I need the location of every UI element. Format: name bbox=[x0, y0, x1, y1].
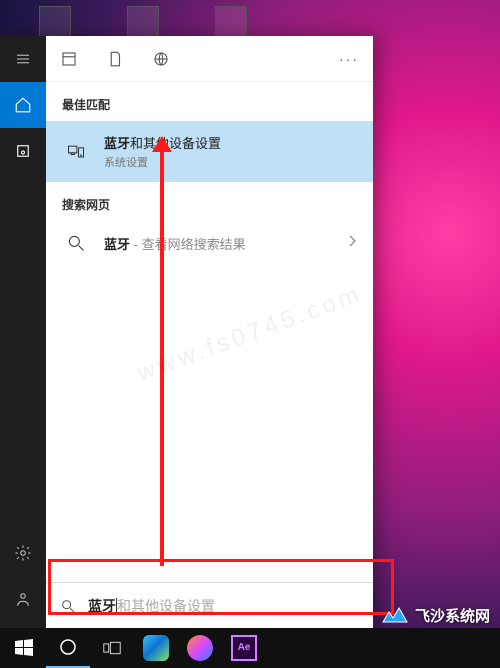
recycle-bin-icon bbox=[39, 6, 71, 38]
result-web-search[interactable]: 蓝牙 - 查看网络搜索结果 bbox=[46, 221, 373, 265]
scope-more[interactable]: ··· bbox=[339, 51, 359, 67]
chevron-right-icon bbox=[347, 234, 357, 253]
home-button[interactable] bbox=[0, 82, 46, 128]
web-search-header: 搜索网页 bbox=[46, 182, 373, 221]
tencent-video-icon bbox=[127, 6, 159, 38]
save-icon-button[interactable] bbox=[0, 128, 46, 174]
search-scopes: ··· bbox=[46, 36, 373, 82]
search-icon bbox=[62, 233, 90, 253]
devices-icon bbox=[62, 142, 90, 162]
settings-button[interactable] bbox=[0, 530, 46, 576]
edge-icon bbox=[143, 635, 169, 661]
result-bluetooth-settings[interactable]: 蓝牙和其他设备设置 系统设置 bbox=[46, 121, 373, 182]
hamburger-button[interactable] bbox=[0, 36, 46, 82]
hamburger-icon bbox=[14, 50, 32, 68]
home-icon bbox=[14, 96, 32, 114]
search-panel: ··· 最佳匹配 蓝牙和其他设备设置 系统设置 搜索网页 蓝牙 - 查看网络搜索… bbox=[0, 36, 373, 628]
search-content: ··· 最佳匹配 蓝牙和其他设备设置 系统设置 搜索网页 蓝牙 - 查看网络搜索… bbox=[46, 36, 373, 628]
windows-icon bbox=[15, 639, 33, 657]
search-input-bar[interactable]: 蓝牙和其他设备设置 bbox=[46, 582, 373, 628]
search-left-rail bbox=[0, 36, 46, 628]
scope-web[interactable] bbox=[152, 50, 170, 68]
taskbar-edge[interactable] bbox=[134, 628, 178, 668]
documents-scope-icon bbox=[106, 50, 124, 68]
taskbar: Ae bbox=[0, 628, 500, 668]
taskview-icon bbox=[103, 639, 121, 657]
search-text: 蓝牙和其他设备设置 bbox=[88, 596, 215, 616]
taskbar-firefox[interactable] bbox=[178, 628, 222, 668]
cortana-button[interactable] bbox=[46, 628, 90, 668]
result-title: 蓝牙和其他设备设置 bbox=[104, 133, 357, 152]
result-title: 蓝牙 - 查看网络搜索结果 bbox=[104, 234, 333, 253]
360-browser-icon bbox=[215, 6, 247, 38]
apps-scope-icon bbox=[60, 50, 78, 68]
person-icon bbox=[14, 590, 32, 608]
gear-icon bbox=[14, 544, 32, 562]
best-match-header: 最佳匹配 bbox=[46, 82, 373, 121]
feedback-button[interactable] bbox=[0, 576, 46, 622]
search-icon bbox=[60, 598, 76, 614]
start-button[interactable] bbox=[2, 628, 46, 668]
taskbar-aftereffects[interactable]: Ae bbox=[222, 628, 266, 668]
scope-apps[interactable] bbox=[60, 50, 78, 68]
result-subtitle: 系统设置 bbox=[104, 154, 357, 170]
search-autocomplete-hint: 和其他设备设置 bbox=[117, 598, 215, 614]
taskview-button[interactable] bbox=[90, 628, 134, 668]
web-scope-icon bbox=[152, 50, 170, 68]
cortana-icon bbox=[59, 638, 77, 656]
search-typed: 蓝牙 bbox=[88, 598, 116, 614]
save-icon bbox=[14, 142, 32, 160]
firefox-icon bbox=[187, 635, 213, 661]
scope-documents[interactable] bbox=[106, 50, 124, 68]
ae-icon: Ae bbox=[231, 635, 257, 661]
